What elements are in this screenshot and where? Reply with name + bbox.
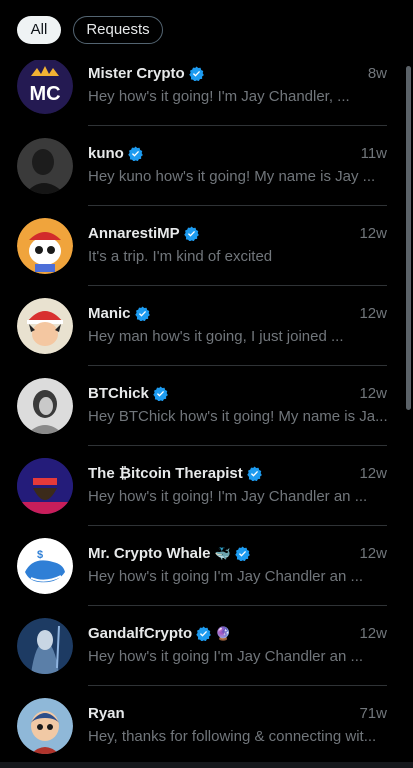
avatar-annarestimp[interactable]	[17, 218, 73, 274]
verified-badge-icon	[247, 466, 262, 481]
conversation-row[interactable]: Ryan 71w Hey, thanks for following & con…	[0, 686, 405, 766]
conversation-name: kuno	[88, 144, 124, 162]
conversation-row[interactable]: MC Mister Crypto 8w Hey how's it going! …	[0, 60, 405, 126]
conversation-preview: Hey BTChick how's it going! My name is J…	[88, 408, 388, 425]
conversation-name: Mister Crypto	[88, 64, 185, 82]
verified-badge-icon	[234, 546, 250, 561]
conversation-row[interactable]: AnnarestiMP 12w It's a trip. I'm kind of…	[0, 206, 405, 286]
verified-badge-icon	[183, 226, 199, 241]
conversation-row[interactable]: kuno 11w Hey kuno how's it going! My nam…	[0, 126, 405, 206]
avatar-manic[interactable]	[17, 298, 73, 354]
conversation-row[interactable]: GandalfCrypto 🔮 12w Hey how's it going I…	[0, 606, 405, 686]
list-scrollbar[interactable]	[406, 66, 411, 410]
verified-badge-icon	[188, 66, 204, 81]
conversation-preview: Hey how's it going! I'm Jay Chandler, ..…	[88, 88, 350, 105]
conversation-name: The ₿itcoin Therapist	[88, 464, 243, 482]
conversation-time: 12w	[359, 465, 387, 482]
avatar-gandalfcrypto[interactable]	[17, 618, 73, 674]
verified-badge-icon	[134, 306, 150, 321]
conversation-time: 12w	[359, 545, 387, 562]
conversation-time: 12w	[359, 385, 387, 402]
avatar-bitcoin-therapist[interactable]	[17, 458, 73, 514]
conversation-time: 12w	[359, 625, 387, 642]
avatar-ryan[interactable]	[17, 698, 73, 754]
conversation-preview: Hey how's it going I'm Jay Chandler an .…	[88, 648, 364, 665]
conversation-name: Mr. Crypto Whale	[88, 544, 211, 562]
conversation-preview: Hey, thanks for following & connecting w…	[88, 728, 377, 745]
conversation-row[interactable]: $ Mr. Crypto Whale 🐳 12w Hey how's it go…	[0, 526, 405, 606]
conversation-preview: Hey how's it going! I'm Jay Chandler an …	[88, 488, 368, 505]
conversation-preview: It's a trip. I'm kind of excited	[88, 248, 273, 265]
conversation-name: Ryan	[88, 704, 125, 722]
conversation-row[interactable]: Manic 12w Hey man how's it going, I just…	[0, 286, 405, 366]
conversation-time: 12w	[359, 225, 387, 242]
verified-badge-icon	[196, 626, 212, 641]
avatar-mister-crypto[interactable]: MC	[17, 60, 73, 114]
svg-text:$: $	[37, 549, 43, 561]
conversation-preview: Hey how's it going I'm Jay Chandler an .…	[88, 568, 364, 585]
avatar-mr-crypto-whale[interactable]: $	[17, 538, 73, 594]
conversation-name: Manic	[88, 304, 131, 322]
bottom-edge	[0, 762, 413, 768]
conversation-preview: Hey man how's it going, I just joined ..…	[88, 328, 344, 345]
avatar-kuno[interactable]	[17, 138, 73, 194]
verified-badge-icon	[128, 146, 143, 161]
conversation-time: 11w	[360, 145, 387, 162]
conversation-list: MC Mister Crypto 8w Hey how's it going! …	[0, 60, 405, 768]
conversation-time: 71w	[359, 705, 387, 722]
conversation-time: 8w	[367, 65, 387, 82]
filter-all-tab[interactable]: All	[17, 16, 61, 44]
crystal-ball-emoji-icon: 🔮	[215, 625, 232, 641]
verified-badge-icon	[153, 386, 168, 401]
svg-text:MC: MC	[29, 83, 60, 105]
message-filter-bar: All Requests	[0, 0, 413, 60]
conversation-preview: Hey kuno how's it going! My name is Jay …	[88, 168, 376, 185]
avatar-btchick[interactable]	[17, 378, 73, 434]
whale-emoji-icon: 🐳	[214, 545, 231, 561]
conversation-row[interactable]: The ₿itcoin Therapist 12w Hey how's it g…	[0, 446, 405, 526]
filter-requests-tab[interactable]: Requests	[73, 16, 163, 44]
conversation-name: GandalfCrypto	[88, 624, 193, 642]
conversation-name: BTChick	[88, 384, 149, 402]
conversation-name: AnnarestiMP	[88, 224, 180, 242]
conversation-time: 12w	[359, 305, 387, 322]
conversation-row[interactable]: BTChick 12w Hey BTChick how's it going! …	[0, 366, 405, 446]
